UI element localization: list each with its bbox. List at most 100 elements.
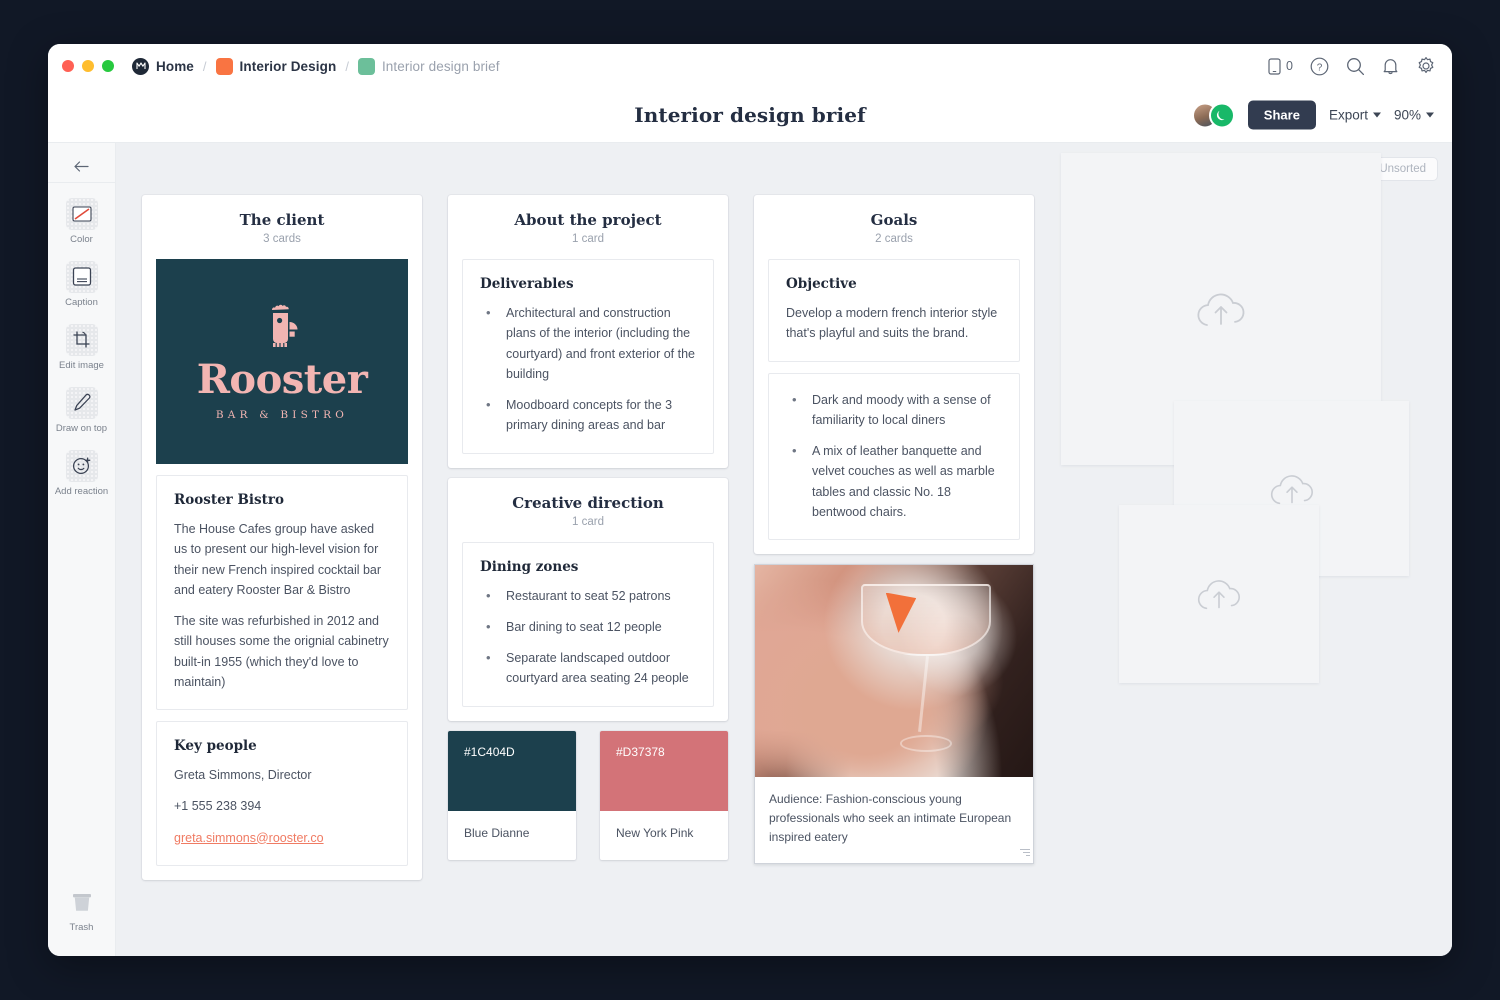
board-columns: The client 3 cards Rooster BAR & BISTRO …: [142, 195, 1034, 880]
resize-handle[interactable]: [1019, 848, 1030, 860]
group-header: About the project 1 card: [462, 211, 714, 248]
cloud-upload-icon: [1197, 580, 1240, 610]
photo-caption: Audience: Fashion-conscious young profes…: [769, 792, 1012, 845]
rooster-icon: [272, 304, 298, 347]
photo-card-audience[interactable]: Audience: Fashion-conscious young profes…: [754, 564, 1034, 864]
logo-image-card[interactable]: Rooster BAR & BISTRO: [156, 259, 408, 464]
group-creative-direction[interactable]: Creative direction 1 card Dining zones R…: [448, 477, 728, 721]
chevron-down-icon: [1426, 112, 1434, 118]
tool-label: Draw on top: [55, 422, 108, 434]
search-icon[interactable]: [1346, 57, 1365, 76]
card-key-people[interactable]: Key people Greta Simmons, Director +1 55…: [156, 721, 408, 866]
share-button[interactable]: Share: [1247, 100, 1316, 130]
maximize-window-button[interactable]: [102, 60, 114, 72]
column-goals: Goals 2 cards Objective Develop a modern…: [754, 195, 1034, 880]
list-item: A mix of leather banquette and velvet co…: [786, 440, 1002, 522]
glass-base-shape: [899, 734, 953, 752]
page-title: Interior design brief: [634, 103, 866, 127]
breadcrumb-separator-2: /: [345, 58, 349, 74]
group-title: Goals: [870, 211, 918, 229]
list-item: Architectural and construction plans of …: [480, 302, 696, 384]
app-window: Home / Interior Design / Interior design…: [48, 44, 1452, 956]
breadcrumb-separator-1: /: [202, 58, 207, 74]
zoom-dropdown[interactable]: 90%: [1394, 108, 1434, 123]
card-deliverables[interactable]: Deliverables Architectural and construct…: [462, 259, 714, 454]
card-paragraph: +1 555 238 394: [174, 799, 262, 814]
notification-icon[interactable]: [1382, 57, 1399, 76]
breadcrumb-item-current[interactable]: Interior design brief: [357, 57, 500, 75]
group-header: Goals 2 cards: [768, 211, 1020, 248]
window-controls[interactable]: [62, 60, 114, 72]
card-title: Objective: [786, 276, 857, 292]
title-bar: Home / Interior Design / Interior design…: [48, 44, 1452, 88]
card-paragraph: The site was refurbished in 2012 and sti…: [174, 614, 389, 689]
help-icon[interactable]: ?: [1310, 57, 1329, 76]
card-rooster-bistro[interactable]: Rooster Bistro The House Cafes group hav…: [156, 475, 408, 710]
export-dropdown[interactable]: Export: [1329, 108, 1381, 123]
board-canvas[interactable]: 0 Unsorted The client 3 cards: [116, 143, 1452, 956]
export-label: Export: [1328, 107, 1368, 123]
close-window-button[interactable]: [62, 60, 74, 72]
swatch-card-new-york-pink[interactable]: #D37378 New York Pink: [600, 730, 728, 860]
card-paragraph: Greta Simmons, Director: [174, 768, 312, 782]
list-item: Restaurant to seat 52 patrons: [480, 584, 696, 605]
breadcrumb-item-home[interactable]: Home: [132, 57, 194, 75]
card-goal-bullets[interactable]: Dark and moody with a sense of familiari…: [768, 372, 1020, 540]
tool-edit-image[interactable]: Edit image: [48, 323, 115, 372]
swatch-name-label: Blue Dianne: [464, 825, 530, 840]
tool-label: Color: [70, 234, 93, 245]
trash-label: Trash: [69, 922, 94, 934]
card-objective[interactable]: Objective Develop a modern french interi…: [768, 259, 1020, 362]
tool-add-reaction[interactable]: Add reaction: [48, 449, 115, 498]
zoom-label: 90%: [1393, 107, 1421, 123]
trash-button[interactable]: Trash: [66, 886, 98, 934]
document-header: Interior design brief Share Export 90%: [48, 88, 1452, 143]
cloud-upload-icon: [1270, 474, 1313, 504]
back-button[interactable]: [48, 151, 115, 183]
upload-placeholder[interactable]: [1119, 505, 1319, 683]
cloud-upload-icon: [1197, 293, 1245, 326]
settings-icon[interactable]: [1416, 56, 1436, 76]
device-icon: [1268, 57, 1281, 75]
card-dining-zones[interactable]: Dining zones Restaurant to seat 52 patro…: [462, 541, 714, 707]
breadcrumb: Home / Interior Design / Interior design…: [132, 57, 500, 75]
swatch-card-blue-dianne[interactable]: #1C404D Blue Dianne: [448, 730, 576, 860]
group-header: The client 3 cards: [156, 211, 408, 248]
collaborator-avatars[interactable]: [1191, 102, 1235, 128]
color-swatch-row: #1C404D Blue Dianne #D37378 New York Pin…: [448, 730, 728, 860]
logo-wordmark: Rooster: [196, 356, 368, 403]
svg-text:?: ?: [1317, 62, 1323, 73]
tool-color[interactable]: Color: [48, 198, 115, 246]
milanote-logo-icon: [132, 57, 149, 75]
group-title: About the project: [514, 211, 662, 229]
device-count[interactable]: 0: [1268, 57, 1293, 75]
cocktail-glass-shape: [860, 584, 992, 657]
group-header: Creative direction 1 card: [462, 494, 714, 531]
header-actions: Share Export 90%: [1191, 100, 1434, 130]
column-about-the-project: About the project 1 card Deliverables Ar…: [448, 195, 728, 880]
group-card-count: 2 cards: [875, 233, 913, 245]
tool-caption[interactable]: Caption: [48, 260, 115, 309]
breadcrumb-item-project[interactable]: Interior Design: [215, 57, 337, 75]
list-item: Bar dining to seat 12 people: [480, 616, 696, 637]
group-title: Creative direction: [512, 493, 664, 512]
device-count-label: 0: [1286, 59, 1293, 73]
tool-label: Add reaction: [54, 485, 109, 497]
email-link[interactable]: greta.simmons@rooster.co: [174, 831, 324, 845]
group-card-count: 1 card: [572, 515, 604, 528]
swatch-name-label: New York Pink: [616, 825, 694, 840]
current-board-icon: [357, 57, 375, 75]
breadcrumb-current-label: Interior design brief: [381, 58, 500, 74]
group-the-client[interactable]: The client 3 cards Rooster BAR & BISTRO …: [142, 195, 422, 880]
minimize-window-button[interactable]: [82, 60, 94, 72]
group-goals[interactable]: Goals 2 cards Objective Develop a modern…: [754, 195, 1034, 554]
group-about-the-project[interactable]: About the project 1 card Deliverables Ar…: [448, 195, 728, 468]
photo-image: [755, 565, 1033, 777]
logo-tagline: BAR & BISTRO: [215, 409, 349, 421]
tool-draw-on-top[interactable]: Draw on top: [48, 386, 115, 435]
tool-label: Caption: [65, 296, 98, 308]
tool-rail: Color Caption Edit image Draw on top Add…: [48, 143, 116, 956]
avatar[interactable]: [1208, 102, 1235, 128]
card-bullet-list: Dark and moody with a sense of familiari…: [786, 389, 1002, 523]
group-card-count: 1 card: [572, 233, 604, 245]
